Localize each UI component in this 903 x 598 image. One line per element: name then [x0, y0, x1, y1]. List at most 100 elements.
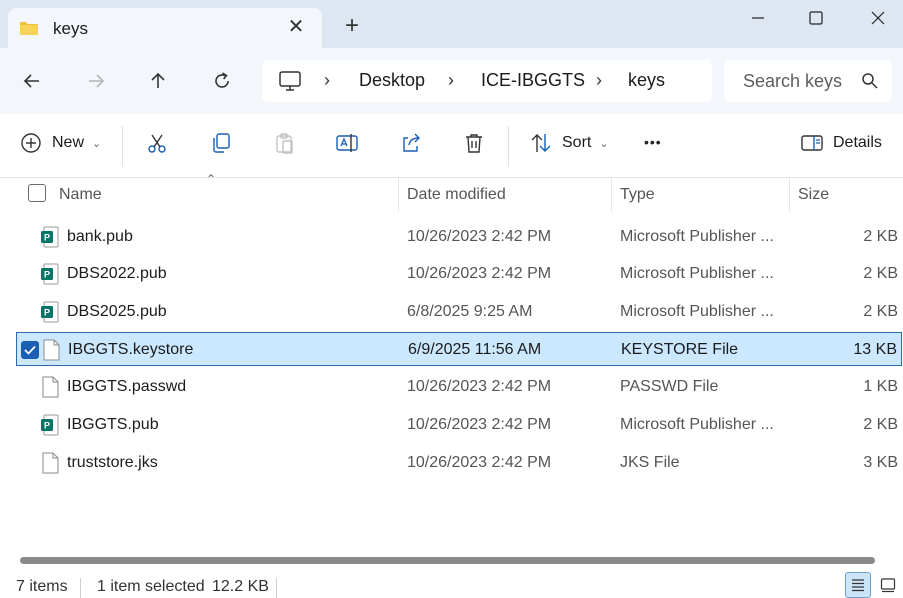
copy-button[interactable]	[210, 132, 232, 154]
file-date: 10/26/2023 2:42 PM	[407, 416, 552, 433]
cut-button[interactable]	[146, 132, 168, 154]
chevron-right-icon[interactable]: ›	[596, 70, 602, 91]
forward-button[interactable]	[82, 67, 110, 95]
this-pc-icon	[279, 71, 301, 91]
new-tab-button[interactable]: +	[340, 14, 364, 38]
back-button[interactable]	[18, 67, 46, 95]
publisher-file-icon: P	[41, 414, 59, 436]
file-date: 6/9/2025 11:56 AM	[408, 341, 542, 358]
details-pane-icon	[801, 135, 823, 151]
file-size: 3 KB	[863, 454, 898, 471]
file-row[interactable]: P bank.pub 10/26/2023 2:42 PM Microsoft …	[16, 220, 902, 254]
tab-keys[interactable]: keys ✕	[8, 8, 322, 48]
divider	[80, 578, 81, 598]
more-options-button[interactable]: •••	[644, 134, 662, 150]
column-name[interactable]: Name	[59, 186, 102, 204]
refresh-button[interactable]	[208, 67, 236, 95]
file-date: 10/26/2023 2:42 PM	[407, 228, 552, 245]
breadcrumb-desktop[interactable]: Desktop	[359, 70, 425, 91]
search-placeholder: Search keys	[743, 71, 843, 91]
trash-icon	[466, 134, 482, 153]
file-row[interactable]: P IBGGTS.pub 10/26/2023 2:42 PM Microsof…	[16, 408, 902, 442]
divider	[122, 126, 123, 166]
blank-file-icon	[42, 452, 59, 474]
copy-icon	[213, 133, 230, 153]
new-button[interactable]: New ⌄	[20, 132, 101, 154]
details-view-button[interactable]	[845, 572, 871, 598]
file-date: 10/26/2023 2:42 PM	[407, 265, 552, 282]
file-row[interactable]: P DBS2025.pub 6/8/2025 9:25 AM Microsoft…	[16, 295, 902, 329]
minimize-icon	[752, 17, 764, 19]
select-all-checkbox[interactable]	[28, 184, 46, 202]
tab-close-icon[interactable]: ✕	[284, 15, 308, 39]
divider	[508, 126, 509, 166]
command-bar: New ⌄ Sort ⌄ ••• Details	[0, 114, 903, 178]
sort-button[interactable]: Sort ⌄	[530, 132, 609, 154]
column-divider[interactable]	[611, 178, 612, 212]
details-label: Details	[833, 134, 882, 151]
blank-file-icon	[42, 376, 59, 398]
file-type: KEYSTORE File	[621, 341, 739, 358]
svg-text:P: P	[44, 270, 50, 280]
column-header-row: Name Date modified Type Size	[0, 178, 903, 212]
plus-circle-icon	[21, 133, 41, 153]
file-row[interactable]: P DBS2022.pub 10/26/2023 2:42 PM Microso…	[16, 257, 902, 291]
close-window-button[interactable]	[858, 4, 898, 32]
svg-text:P: P	[44, 421, 50, 431]
tiles-view-icon	[880, 578, 896, 593]
file-type: JKS File	[620, 454, 680, 471]
selected-size: 12.2 KB	[212, 578, 269, 595]
status-bar: 7 items 1 item selected 12.2 KB	[0, 570, 903, 598]
column-type[interactable]: Type	[620, 186, 655, 204]
file-name: truststore.jks	[67, 454, 158, 471]
new-label: New	[52, 134, 85, 151]
share-icon	[403, 133, 420, 152]
breadcrumb-ice-ibggts[interactable]: ICE-IBGGTS	[481, 70, 585, 91]
file-type: PASSWD File	[620, 378, 719, 395]
file-row[interactable]: truststore.jks 10/26/2023 2:42 PM JKS Fi…	[16, 446, 902, 480]
maximize-icon	[809, 11, 823, 25]
column-divider[interactable]	[789, 178, 790, 212]
file-name: bank.pub	[67, 228, 133, 245]
chevron-down-icon: ⌄	[599, 137, 609, 150]
maximize-button[interactable]	[796, 4, 836, 32]
file-date: 10/26/2023 2:42 PM	[407, 454, 552, 471]
file-row[interactable]: IBGGTS.passwd 10/26/2023 2:42 PM PASSWD …	[16, 370, 902, 404]
share-button[interactable]	[400, 132, 422, 154]
column-date-modified[interactable]: Date modified	[407, 186, 506, 204]
column-size[interactable]: Size	[798, 186, 829, 204]
tab-title: keys	[53, 19, 88, 38]
delete-button[interactable]	[463, 132, 485, 154]
breadcrumb[interactable]: › Desktop › ICE-IBGGTS › keys	[262, 60, 712, 102]
minimize-button[interactable]	[738, 4, 778, 32]
file-date: 6/8/2025 9:25 AM	[407, 303, 533, 320]
file-size: 2 KB	[863, 303, 898, 320]
details-button[interactable]: Details	[801, 132, 882, 154]
refresh-icon	[215, 72, 229, 88]
search-input[interactable]: Search keys	[724, 60, 892, 102]
sort-icon	[531, 134, 551, 152]
rename-icon	[336, 134, 358, 152]
row-checkbox[interactable]	[21, 341, 39, 359]
file-row-selected[interactable]: IBGGTS.keystore 6/9/2025 11:56 AM KEYSTO…	[16, 332, 902, 366]
paste-button[interactable]	[273, 132, 295, 154]
file-type: Microsoft Publisher ...	[620, 303, 774, 320]
file-name: IBGGTS.pub	[67, 416, 159, 433]
selected-count: 1 item selected	[97, 578, 205, 595]
rename-button[interactable]	[336, 132, 358, 154]
file-name: DBS2025.pub	[67, 303, 167, 320]
file-size: 2 KB	[863, 228, 898, 245]
file-size: 1 KB	[863, 378, 898, 395]
publisher-file-icon: P	[41, 301, 59, 323]
column-divider[interactable]	[398, 178, 399, 212]
list-view-icon	[852, 579, 864, 592]
tiles-view-button[interactable]	[875, 572, 901, 598]
up-button[interactable]	[144, 67, 172, 95]
breadcrumb-keys[interactable]: keys	[628, 70, 665, 91]
publisher-file-icon: P	[41, 263, 59, 285]
chevron-right-icon[interactable]: ›	[324, 70, 330, 91]
file-name: IBGGTS.keystore	[68, 341, 194, 358]
horizontal-scrollbar[interactable]	[0, 552, 903, 568]
scrollbar-thumb[interactable]	[20, 557, 875, 564]
chevron-right-icon[interactable]: ›	[448, 70, 454, 91]
